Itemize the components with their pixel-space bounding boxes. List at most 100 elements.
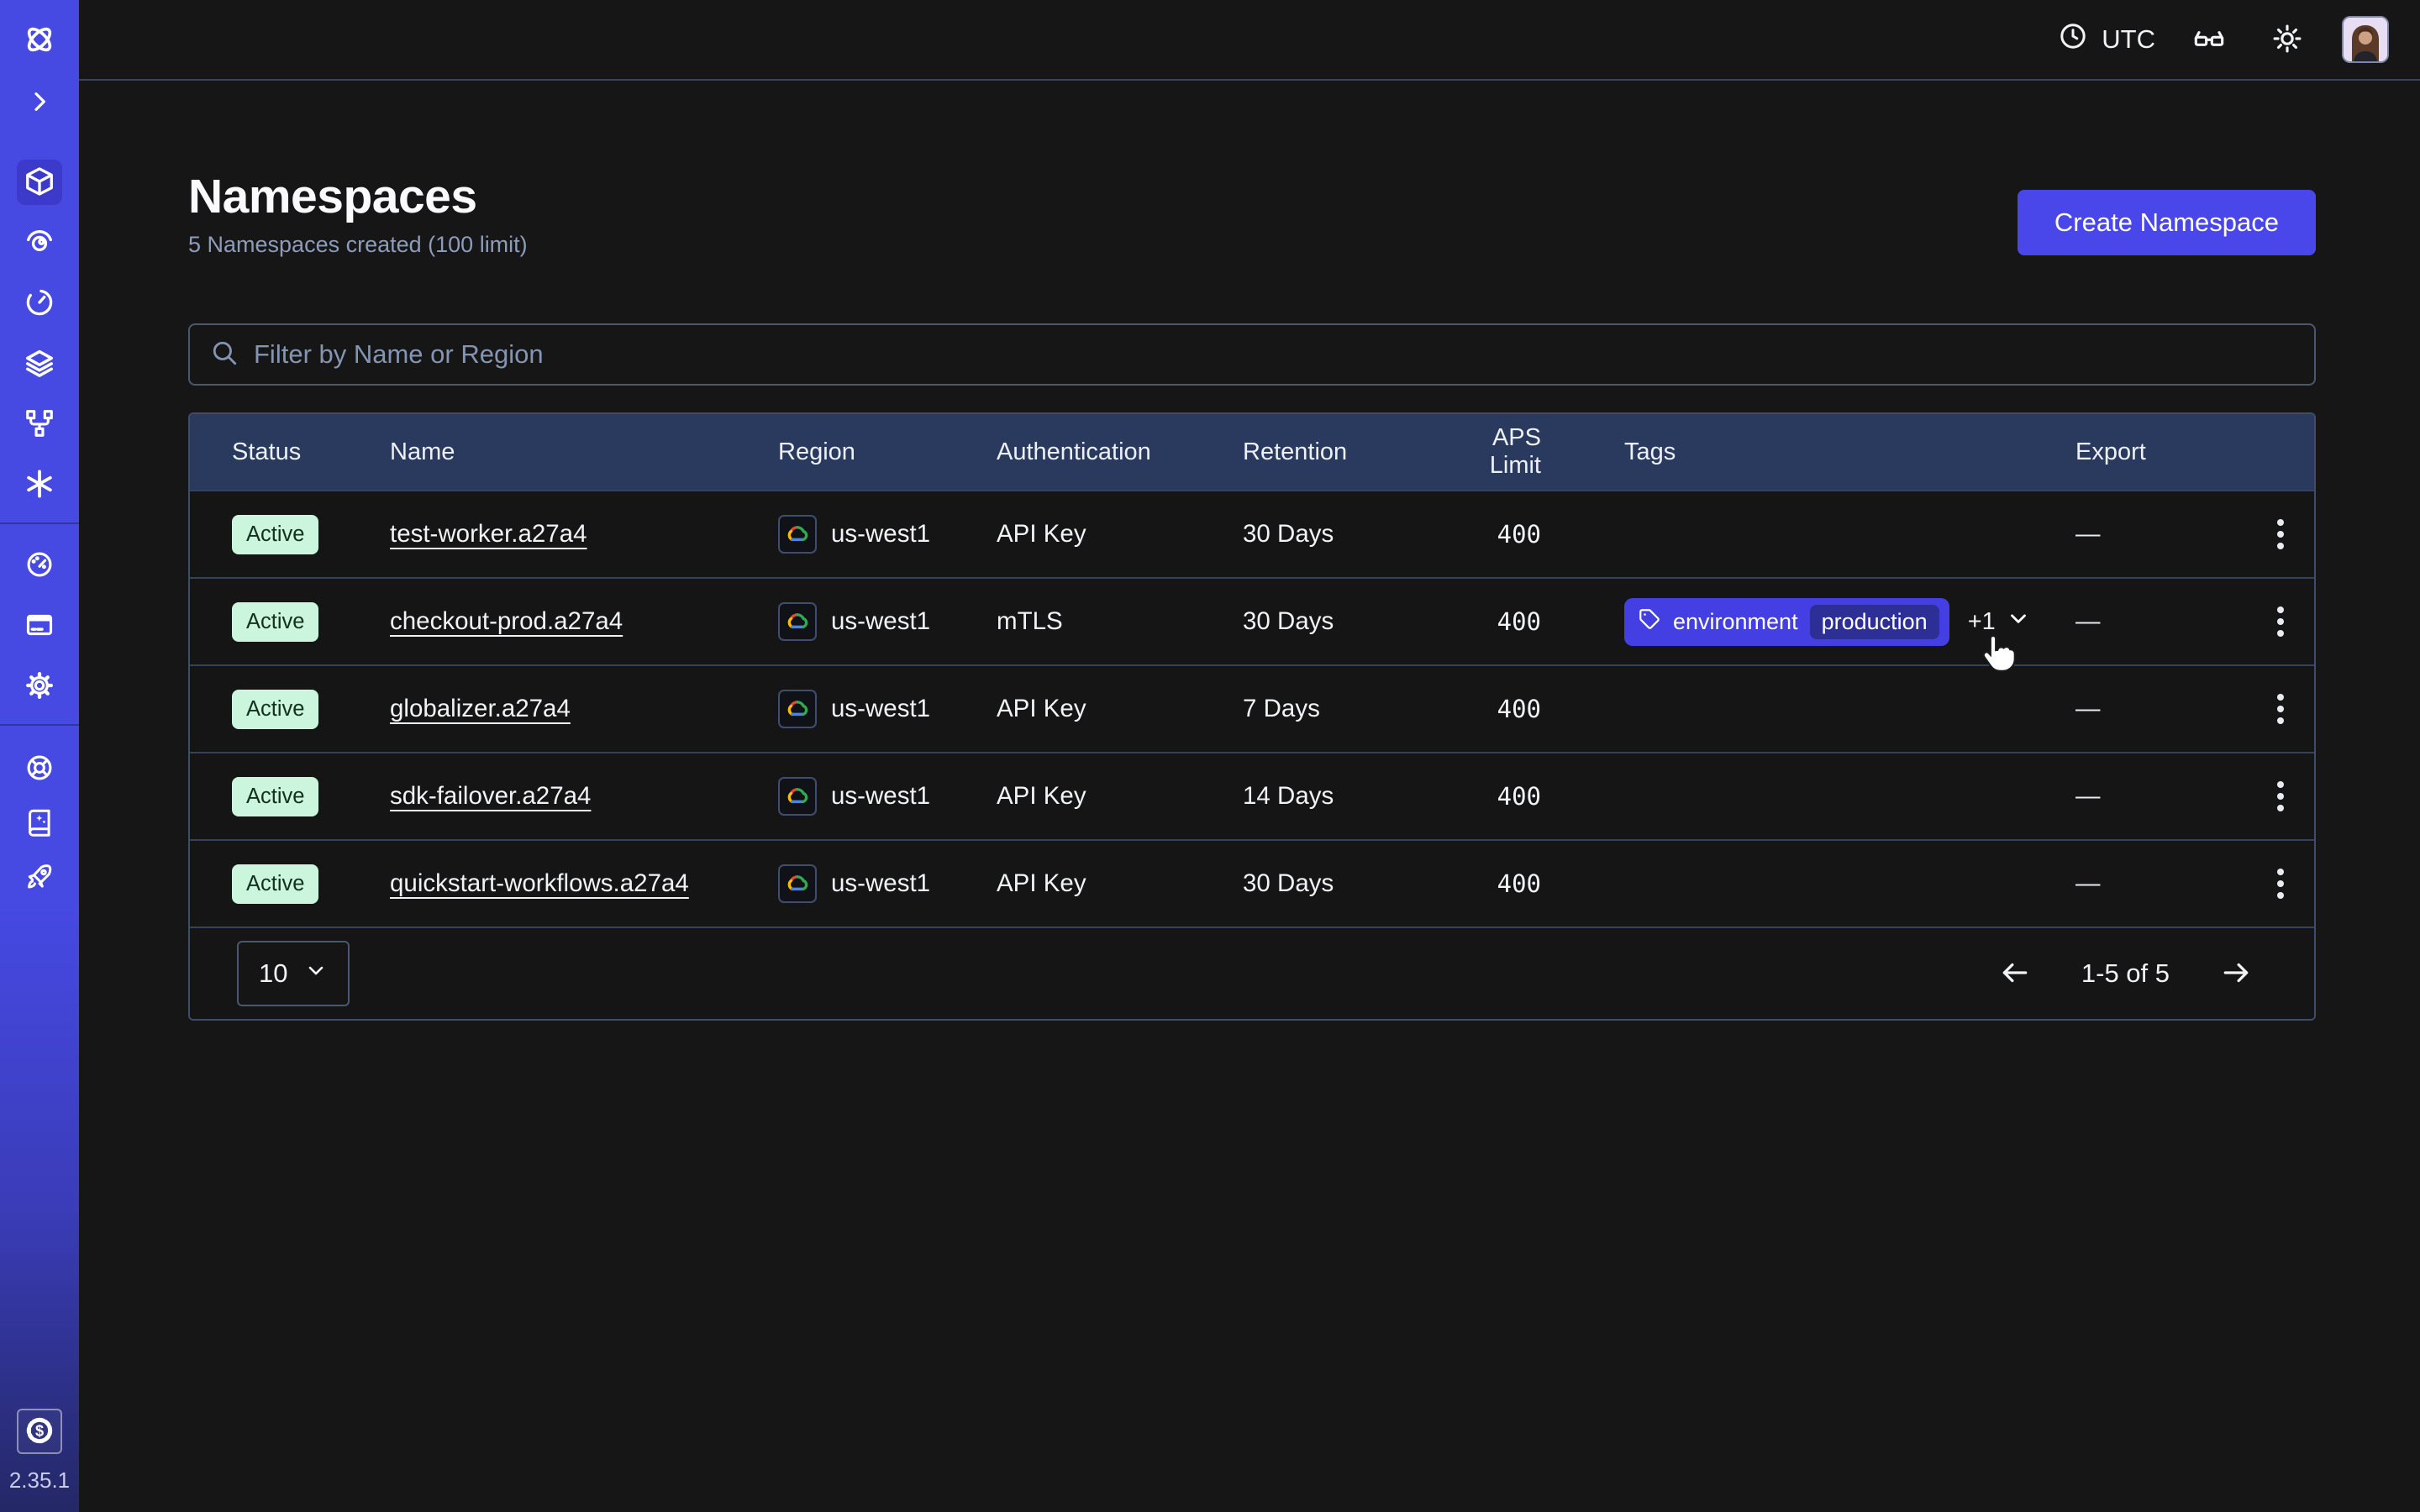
retention-period: 7 Days — [1243, 695, 1434, 723]
sidebar-expand-button[interactable] — [23, 86, 56, 119]
expand-tags-button[interactable]: +1 — [1968, 606, 2031, 638]
chevron-right-icon — [26, 88, 53, 118]
swirl-icon — [24, 226, 55, 260]
gcp-cloud-icon — [778, 777, 817, 816]
dollar-badge-icon: $ — [24, 1415, 55, 1449]
sidebar-item-settings[interactable] — [17, 664, 62, 709]
namespace-link[interactable]: checkout-prod.a27a4 — [390, 607, 623, 635]
namespace-link[interactable]: test-worker.a27a4 — [390, 520, 587, 548]
sidebar-item-namespaces[interactable] — [17, 160, 62, 205]
export-status: — — [2075, 520, 2247, 549]
sidebar-item-workflows[interactable] — [17, 220, 62, 265]
namespaces-table: Status Name Region Authentication Retent… — [188, 412, 2316, 1021]
sidebar-item-usage[interactable] — [17, 543, 62, 588]
sidebar-item-getting-started[interactable] — [17, 855, 62, 900]
table-footer: 10 — [190, 927, 2314, 1019]
theme-toggle-button[interactable] — [2271, 23, 2303, 57]
branch-graph-icon — [24, 407, 55, 442]
row-menu-button[interactable] — [2269, 685, 2292, 732]
user-avatar[interactable] — [2342, 16, 2389, 63]
region-label: us-west1 — [831, 869, 930, 898]
export-status: — — [2075, 782, 2247, 811]
column-header-authentication: Authentication — [997, 438, 1243, 466]
create-namespace-button[interactable]: Create Namespace — [2018, 190, 2316, 255]
export-status: — — [2075, 695, 2247, 723]
sidebar-item-deployments[interactable] — [17, 341, 62, 386]
chevron-down-icon — [304, 958, 328, 989]
auth-method: API Key — [997, 695, 1243, 723]
gcp-cloud-icon — [778, 602, 817, 641]
timezone-selector[interactable]: UTC — [2058, 21, 2155, 58]
book-sparkle-icon — [24, 807, 55, 840]
sidebar-divider — [0, 724, 79, 726]
column-header-retention: Retention — [1243, 438, 1434, 466]
sun-icon — [2271, 23, 2303, 57]
page-size-value: 10 — [259, 958, 287, 989]
sidebar-item-nexus[interactable] — [17, 462, 62, 507]
region-label: us-west1 — [831, 520, 930, 549]
row-menu-button[interactable] — [2269, 511, 2292, 558]
table-row: Active test-worker.a27a4 us-west1 — [190, 490, 2314, 577]
sidebar-item-batch-operations[interactable] — [17, 402, 62, 447]
column-header-name: Name — [390, 438, 778, 466]
page-size-select[interactable]: 10 — [237, 941, 350, 1006]
aps-limit: 400 — [1434, 520, 1624, 549]
auth-method: API Key — [997, 869, 1243, 898]
status-badge: Active — [232, 777, 318, 816]
sidebar-item-support[interactable] — [17, 746, 62, 791]
status-badge: Active — [232, 602, 318, 642]
credits-button[interactable]: $ — [17, 1409, 62, 1454]
arrow-left-icon — [1999, 957, 2031, 991]
region-label: us-west1 — [831, 607, 930, 636]
row-menu-button[interactable] — [2269, 860, 2292, 907]
column-header-aps-limit: APS Limit — [1434, 424, 1624, 480]
sidebar-item-billing[interactable] — [17, 603, 62, 648]
glasses-icon — [2192, 22, 2226, 58]
search-icon — [210, 339, 239, 371]
arrow-right-icon — [2220, 957, 2252, 991]
table-header: Status Name Region Authentication Retent… — [190, 414, 2314, 490]
tag-value: production — [1810, 605, 1939, 639]
prev-page-button[interactable] — [1996, 953, 2034, 995]
page-title: Namespaces — [188, 168, 528, 225]
row-menu-button[interactable] — [2269, 773, 2292, 820]
aps-limit: 400 — [1434, 782, 1624, 811]
gcp-cloud-icon — [778, 864, 817, 903]
column-header-tags: Tags — [1624, 438, 2075, 466]
region-label: us-west1 — [831, 695, 930, 723]
app-version: 2.35.1 — [9, 1467, 70, 1494]
cube-icon — [24, 165, 55, 200]
temporal-logo-icon — [20, 20, 59, 59]
sidebar-item-schedules[interactable] — [17, 281, 62, 326]
tag-key: environment — [1673, 609, 1798, 635]
retention-period: 30 Days — [1243, 869, 1434, 898]
auth-method: API Key — [997, 782, 1243, 811]
row-menu-button[interactable] — [2269, 598, 2292, 645]
clock-icon — [2058, 21, 2088, 58]
table-row: Active checkout-prod.a27a4 us-west1 — [190, 577, 2314, 664]
table-row: Active quickstart-workflows.a27a4 us-wes… — [190, 839, 2314, 927]
pagination-range: 1-5 of 5 — [2081, 958, 2170, 989]
labs-toggle-button[interactable] — [2192, 22, 2226, 58]
status-badge: Active — [232, 515, 318, 554]
namespace-link[interactable]: globalizer.a27a4 — [390, 695, 571, 722]
app-root: $ 2.35.1 UTC — [0, 0, 2420, 1512]
tag-pill[interactable]: environment production — [1624, 598, 1949, 646]
aps-limit: 400 — [1434, 695, 1624, 723]
next-page-button[interactable] — [2217, 953, 2255, 995]
column-header-region: Region — [778, 438, 997, 466]
filter-bar — [188, 323, 2316, 386]
sidebar-item-docs[interactable] — [17, 801, 62, 846]
rocket-icon — [24, 862, 55, 895]
export-status: — — [2075, 869, 2247, 898]
export-status: — — [2075, 607, 2247, 636]
namespace-link[interactable]: quickstart-workflows.a27a4 — [390, 869, 689, 897]
retention-period: 30 Days — [1243, 520, 1434, 549]
timezone-label: UTC — [2102, 24, 2155, 55]
namespace-link[interactable]: sdk-failover.a27a4 — [390, 782, 591, 810]
asterisk-icon — [24, 468, 55, 502]
search-input[interactable] — [254, 339, 2294, 370]
page-subtitle: 5 Namespaces created (100 limit) — [188, 232, 528, 258]
region-label: us-west1 — [831, 782, 930, 811]
retention-period: 30 Days — [1243, 607, 1434, 636]
